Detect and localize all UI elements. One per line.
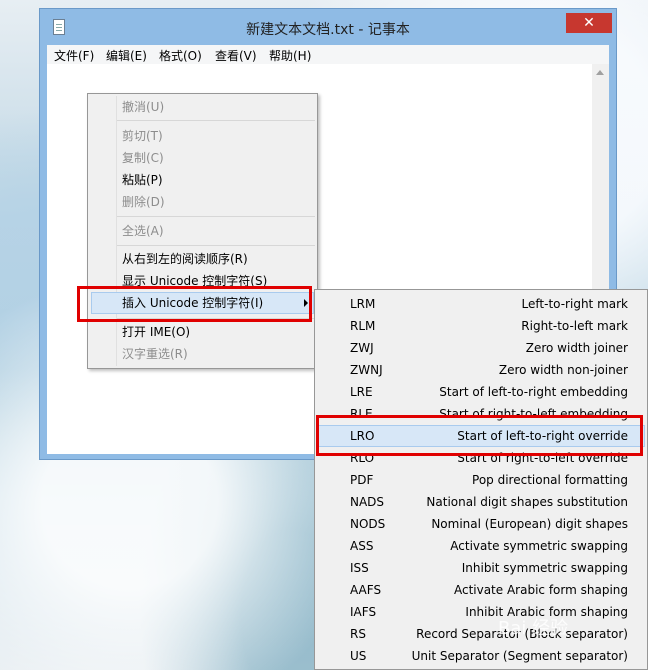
submenu-item-code: ZWNJ (350, 363, 383, 377)
submenu-item-description: Right-to-left mark (521, 319, 628, 333)
submenu-item-description: Left-to-right mark (521, 297, 628, 311)
submenu-item-description: Activate symmetric swapping (450, 539, 628, 553)
submenu-item-code: ISS (350, 561, 369, 575)
submenu-item-aafs[interactable]: AAFS Activate Arabic form shaping (315, 579, 647, 601)
submenu-item-pdf[interactable]: PDF Pop directional formatting (315, 469, 647, 491)
title-bar[interactable]: 新建文本文档.txt - 记事本 ✕ (40, 9, 616, 45)
submenu-item-code: IAFS (350, 605, 377, 619)
submenu-item-code: PDF (350, 473, 374, 487)
submenu-item-code: LRE (350, 385, 373, 399)
menu-item-copy[interactable]: 复制(C) (122, 148, 164, 168)
menu-view[interactable]: 查看(V) (215, 47, 257, 64)
submenu-item-description: Nominal (European) digit shapes (431, 517, 628, 531)
unicode-submenu: LRM Left-to-right mark RLM Right-to-left ma… (314, 289, 648, 670)
submenu-item-code: RS (350, 627, 366, 641)
close-button[interactable]: ✕ (566, 13, 612, 33)
window-title: 新建文本文档.txt - 记事本 (246, 22, 410, 38)
context-menu: 撤消(U) 剪切(T) 复制(C) 粘贴(P) 删除(D) 全选(A) 从右到左… (87, 93, 318, 369)
separator (117, 120, 315, 121)
menu-item-cut[interactable]: 剪切(T) (122, 126, 163, 146)
highlight-box-lro (316, 415, 643, 456)
submenu-item-code: US (350, 649, 367, 663)
menu-item-rtl-reading-order[interactable]: 从右到左的阅读顺序(R) (122, 249, 248, 269)
submenu-item-iafs[interactable]: IAFS Inhibit Arabic form shaping (315, 601, 647, 623)
submenu-item-code: AAFS (350, 583, 382, 597)
separator (117, 245, 315, 246)
submenu-item-iss[interactable]: ISS Inhibit symmetric swapping (315, 557, 647, 579)
separator (117, 216, 315, 217)
submenu-item-zwnj[interactable]: ZWNJ Zero width non-joiner (315, 359, 647, 381)
submenu-item-code: ZWJ (350, 341, 374, 355)
submenu-item-rs[interactable]: RS Record Separator (Block separator) (315, 623, 647, 645)
submenu-item-lrm[interactable]: LRM Left-to-right mark (315, 293, 647, 315)
submenu-item-nads[interactable]: NADS National digit shapes substitution (315, 491, 647, 513)
submenu-item-code: LRM (350, 297, 376, 311)
menu-item-reconversion[interactable]: 汉字重选(R) (122, 344, 188, 364)
scroll-up-arrow-icon[interactable] (596, 70, 604, 75)
submenu-item-code: NODS (350, 517, 386, 531)
submenu-item-description: Inhibit symmetric swapping (461, 561, 628, 575)
menu-format[interactable]: 格式(O) (159, 47, 202, 64)
submenu-item-description: National digit shapes substitution (426, 495, 628, 509)
submenu-item-code: ASS (350, 539, 374, 553)
highlight-box-insert-unicode (77, 286, 312, 322)
submenu-item-description: Zero width non-joiner (498, 363, 628, 377)
menu-edit[interactable]: 编辑(E) (106, 47, 147, 64)
menu-item-select-all[interactable]: 全选(A) (122, 221, 164, 241)
submenu-item-rlm[interactable]: RLM Right-to-left mark (315, 315, 647, 337)
menu-bar: 文件(F) 编辑(E) 格式(O) 查看(V) 帮助(H) (47, 45, 609, 64)
menu-gutter (116, 96, 117, 366)
watermark: Bai 经验 (498, 618, 569, 639)
submenu-item-nods[interactable]: NODS Nominal (European) digit shapes (315, 513, 647, 535)
submenu-item-ass[interactable]: ASS Activate symmetric swapping (315, 535, 647, 557)
submenu-item-description: Pop directional formatting (472, 473, 628, 487)
submenu-item-description: Start of left-to-right embedding (439, 385, 628, 399)
menu-item-delete[interactable]: 删除(D) (122, 192, 165, 212)
menu-file[interactable]: 文件(F) (54, 47, 94, 64)
menu-item-undo[interactable]: 撤消(U) (122, 97, 164, 117)
menu-item-open-ime[interactable]: 打开 IME(O) (122, 322, 190, 342)
menu-help[interactable]: 帮助(H) (269, 47, 311, 64)
submenu-item-code: RLM (350, 319, 376, 333)
submenu-item-us[interactable]: US Unit Separator (Segment separator) (315, 645, 647, 667)
submenu-item-lre[interactable]: LRE Start of left-to-right embedding (315, 381, 647, 403)
submenu-item-description: Unit Separator (Segment separator) (411, 649, 628, 663)
menu-item-paste[interactable]: 粘贴(P) (122, 170, 163, 190)
submenu-item-code: NADS (350, 495, 385, 509)
submenu-item-description: Zero width joiner (525, 341, 628, 355)
submenu-item-description: Activate Arabic form shaping (453, 583, 628, 597)
submenu-item-zwj[interactable]: ZWJ Zero width joiner (315, 337, 647, 359)
